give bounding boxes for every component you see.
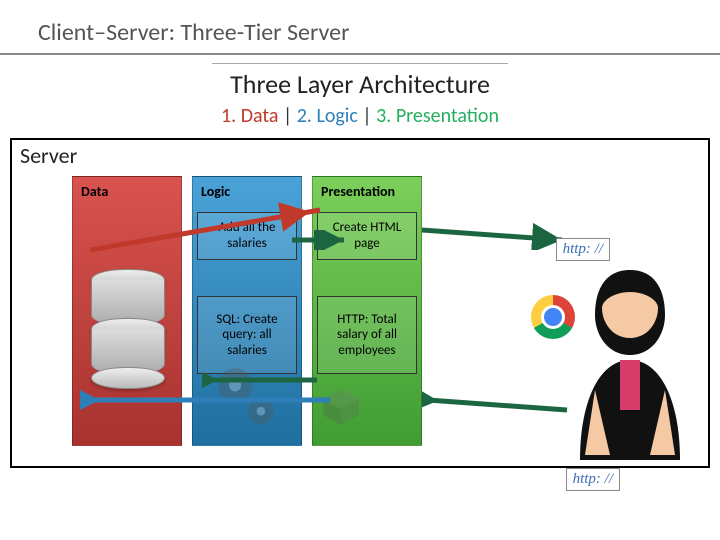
- layers-line: 1. Data | 2. Logic | 3. Presentation: [0, 104, 720, 136]
- database-icon: [91, 277, 165, 389]
- column-data: Data: [72, 176, 182, 446]
- server-label: Server: [12, 140, 708, 171]
- presentation-box-http: HTTP: Total salary of all employees: [317, 296, 417, 374]
- layer-presentation-label: 3. Presentation: [376, 104, 499, 128]
- subtitle: Three Layer Architecture: [212, 63, 508, 100]
- logic-box-add-salaries: Add all the salaries: [197, 212, 297, 260]
- arrow-client-to-pres-bottom: [422, 390, 572, 420]
- column-logic: Logic Add all the salaries SQL: Create q…: [192, 176, 302, 446]
- slide-title: Client–Server: Three-Tier Server: [0, 0, 720, 53]
- layer-separator: |: [362, 104, 376, 128]
- column-data-title: Data: [77, 181, 177, 202]
- columns-container: Data Logic Add all the salaries SQL: Cre…: [72, 176, 422, 446]
- layer-logic-label: 2. Logic: [297, 104, 358, 128]
- logic-box-sql-query: SQL: Create query: all salaries: [197, 296, 297, 374]
- package-icon: [321, 387, 361, 427]
- column-presentation: Presentation Create HTML page HTTP: Tota…: [312, 176, 422, 446]
- http-label-top: http: //: [556, 238, 610, 261]
- layer-separator: |: [283, 104, 297, 128]
- http-label-bottom: http: //: [566, 468, 620, 491]
- arrow-pres-to-client-top: [422, 220, 572, 250]
- column-logic-title: Logic: [197, 181, 297, 202]
- presentation-box-create-html: Create HTML page: [317, 212, 417, 260]
- user-icon: [560, 260, 700, 460]
- column-presentation-title: Presentation: [317, 181, 417, 202]
- layer-data-label: 1. Data: [221, 104, 278, 128]
- subtitle-block: Three Layer Architecture: [0, 55, 720, 104]
